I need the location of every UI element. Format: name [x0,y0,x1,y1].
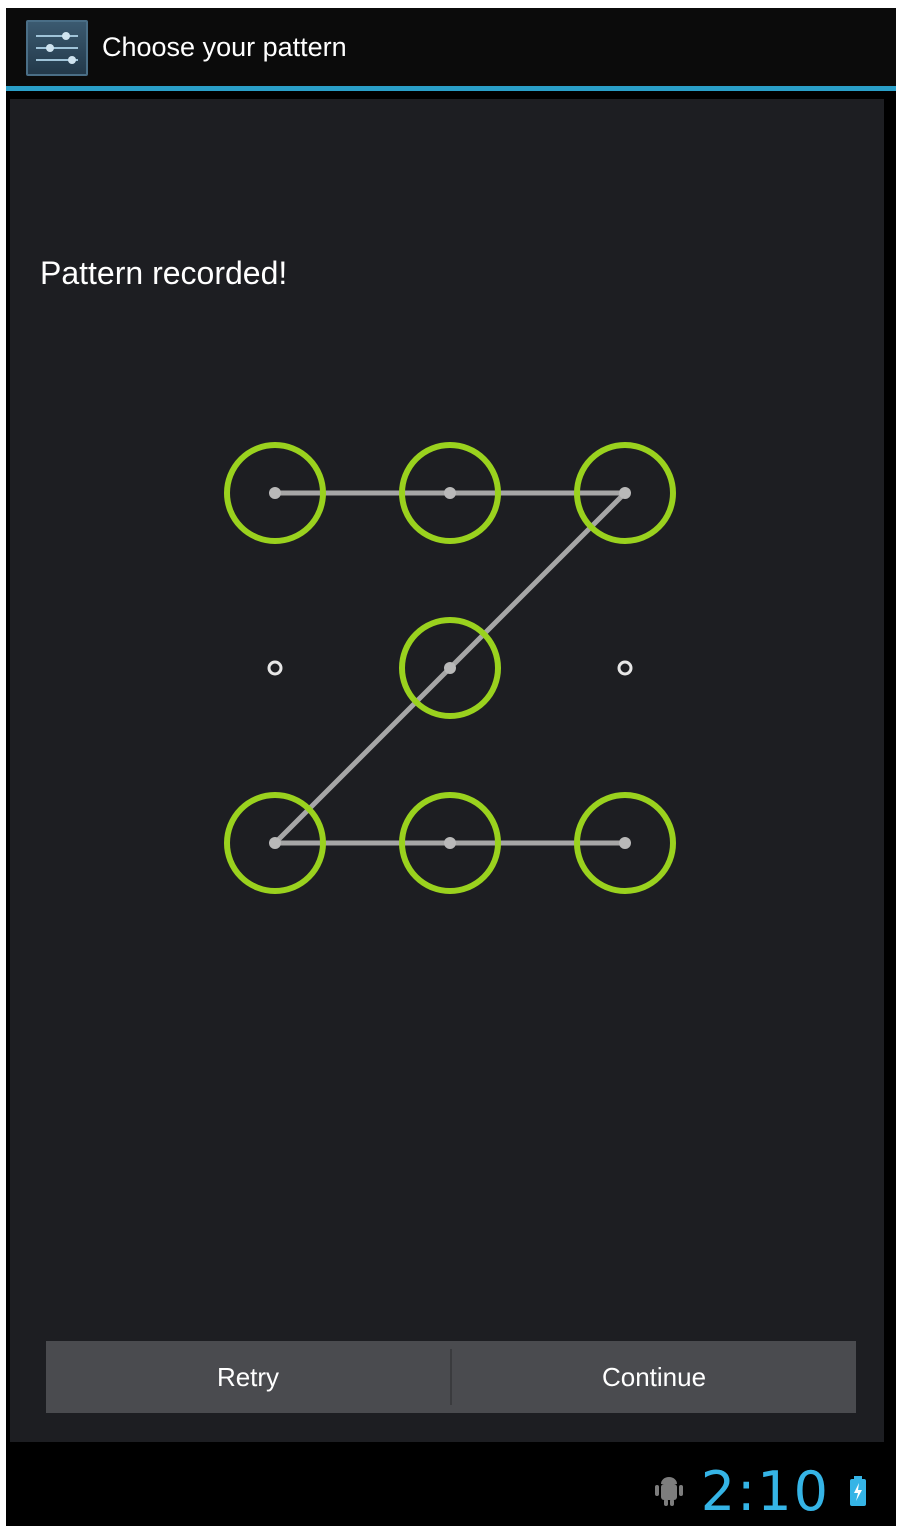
pattern-node-dot-6[interactable] [617,660,633,676]
action-bar-accent-line [6,86,896,91]
retry-button[interactable]: Retry [46,1341,450,1413]
button-bar: Retry Continue [46,1341,856,1413]
content-panel: Pattern recorded! Retry Continue [10,99,884,1442]
status-clock: 2:10 [700,1460,830,1523]
system-bar: 2:10 [6,1446,896,1526]
pattern-node-dot-5 [444,662,456,674]
settings-sliders-icon[interactable] [26,20,88,76]
pattern-node-dot-8 [444,837,456,849]
action-bar: Choose your pattern [6,8,896,91]
pattern-path-segment [447,490,628,671]
pattern-node-dot-4[interactable] [267,660,283,676]
pattern-node-dot-1 [269,487,281,499]
device-screen: Choose your pattern Pattern recorded! Re… [6,8,896,1526]
pattern-node-dot-7 [269,837,281,849]
pattern-node-dot-9 [619,837,631,849]
pattern-path-segment [272,665,453,846]
pattern-lock-grid[interactable] [10,99,884,1442]
pattern-node-dot-2 [444,487,456,499]
battery-charging-icon [850,1476,866,1506]
android-debug-icon [655,1477,683,1506]
continue-button[interactable]: Continue [452,1341,856,1413]
page-title: Choose your pattern [102,32,347,62]
pattern-node-dot-3 [619,487,631,499]
